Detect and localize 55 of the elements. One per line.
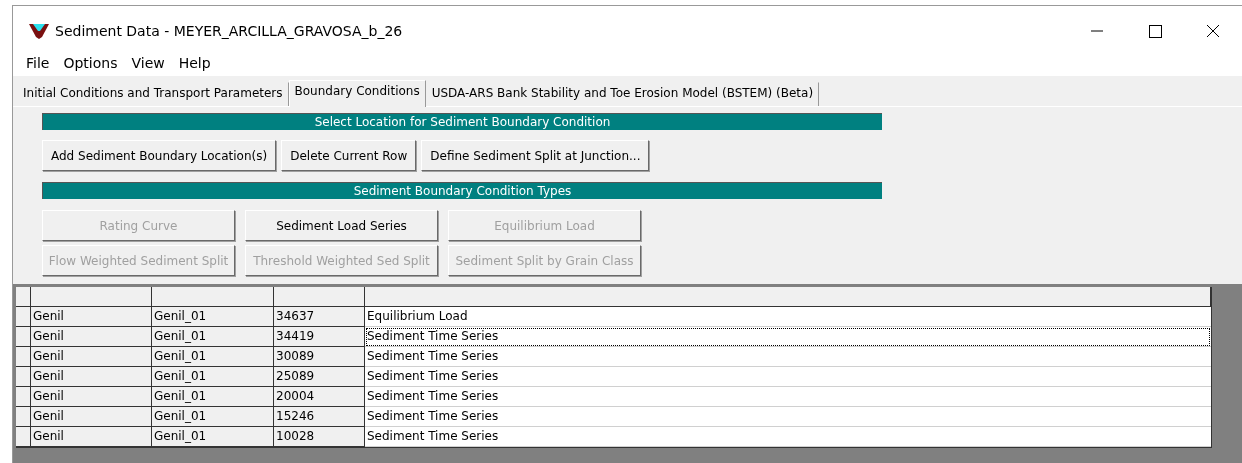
corner-header [16, 287, 31, 307]
row-header[interactable] [16, 307, 31, 327]
action-button[interactable]: Define Sediment Split at Junction... [421, 140, 650, 171]
column-header[interactable] [365, 287, 1211, 307]
row-header[interactable] [16, 347, 31, 367]
row-header[interactable] [16, 387, 31, 407]
table-cell: Sediment Time Series [365, 427, 1211, 447]
section-header: Select Location for Sediment Boundary Condition [42, 113, 882, 130]
table-cell: Genil_01 [152, 407, 274, 427]
action-button[interactable]: Delete Current Row [281, 140, 417, 171]
type-button[interactable]: Sediment Load Series [245, 210, 438, 241]
table-cell: Genil [31, 387, 152, 407]
column-header[interactable] [152, 287, 274, 307]
section-header: Sediment Boundary Condition Types [42, 182, 882, 199]
row-header[interactable] [16, 367, 31, 387]
table-cell: Sediment Time Series [365, 367, 1211, 387]
menu-item[interactable]: Options [56, 55, 125, 71]
menu-item[interactable]: View [124, 55, 172, 71]
table-cell: 30089 [274, 347, 365, 367]
table-cell: Genil [31, 327, 152, 347]
tab[interactable]: USDA-ARS Bank Stability and Toe Erosion Model (BSTEM) (Beta) [425, 82, 820, 106]
table-cell: Genil_01 [152, 367, 274, 387]
table-cell: Genil [31, 367, 152, 387]
row-header[interactable] [16, 407, 31, 427]
row-header[interactable] [16, 327, 31, 347]
window-title: Sediment Data - MEYER_ARCILLA_GRAVOSA_b_26 [55, 23, 404, 39]
table-cell: Equilibrium Load [365, 307, 1211, 327]
table-cell: Genil_01 [152, 427, 274, 447]
table-cell: Sediment Time Series [365, 387, 1211, 407]
table-cell: 25089 [274, 367, 365, 387]
menu-item[interactable]: Help [171, 55, 218, 71]
table-cell: Genil_01 [152, 307, 274, 327]
column-header[interactable] [274, 287, 365, 307]
table-cell: Genil_01 [152, 347, 274, 367]
table-cell: Genil [31, 307, 152, 327]
tab[interactable]: Boundary Conditions [288, 80, 426, 107]
table-cell: Sediment Time Series [365, 347, 1211, 367]
table-cell: Genil [31, 407, 152, 427]
action-button[interactable]: Add Sediment Boundary Location(s) [42, 140, 277, 171]
table-cell: Sediment Time Series [365, 407, 1211, 427]
table-cell: 34419 [274, 327, 365, 347]
table-cell: Sediment Time Series [365, 327, 1211, 347]
column-header[interactable] [31, 287, 152, 307]
table-cell: 34637 [274, 307, 365, 327]
table-cell: Genil_01 [152, 387, 274, 407]
row-header[interactable] [16, 427, 31, 447]
tab[interactable]: Initial Conditions and Transport Parameters [17, 82, 289, 106]
menu-item[interactable]: File [19, 55, 57, 71]
table-cell: Genil [31, 427, 152, 447]
table-cell: Genil [31, 347, 152, 367]
table-cell: 10028 [274, 427, 365, 447]
app-logo-icon [29, 23, 49, 39]
table-cell: 15246 [274, 407, 365, 427]
table-cell: Genil_01 [152, 327, 274, 347]
table-cell: 20004 [274, 387, 365, 407]
